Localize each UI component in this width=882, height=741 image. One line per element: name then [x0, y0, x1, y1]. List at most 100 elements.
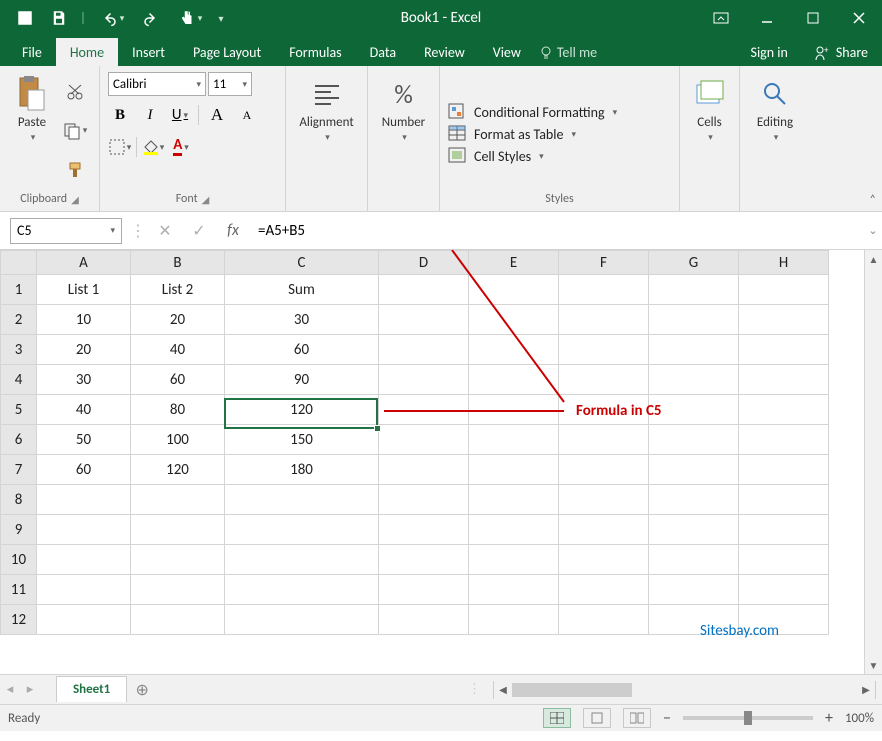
- cell-G6[interactable]: [649, 425, 739, 455]
- column-header-E[interactable]: E: [469, 251, 559, 275]
- cell-B7[interactable]: 120: [131, 455, 225, 485]
- bold-button[interactable]: B: [108, 102, 132, 128]
- cell-G7[interactable]: [649, 455, 739, 485]
- sheet-nav-prev[interactable]: ◂: [0, 682, 20, 697]
- vertical-scrollbar[interactable]: ▲ ▼: [864, 250, 882, 674]
- cell-A11[interactable]: [37, 575, 131, 605]
- cell-C11[interactable]: [225, 575, 379, 605]
- italic-button[interactable]: I: [138, 102, 162, 128]
- select-all-corner[interactable]: [1, 251, 37, 275]
- cell-D9[interactable]: [379, 515, 469, 545]
- sheet-tab-active[interactable]: Sheet1: [56, 676, 127, 702]
- column-header-G[interactable]: G: [649, 251, 739, 275]
- cell-C4[interactable]: 90: [225, 365, 379, 395]
- cell-G12[interactable]: [649, 605, 739, 635]
- collapse-ribbon-button[interactable]: ˄: [870, 193, 876, 207]
- cell-D10[interactable]: [379, 545, 469, 575]
- cell-B11[interactable]: [131, 575, 225, 605]
- horizontal-scrollbar[interactable]: ◀ ▶: [493, 681, 876, 699]
- tab-view[interactable]: View: [479, 38, 535, 66]
- name-box[interactable]: C5 ▾: [10, 218, 122, 244]
- cell-D6[interactable]: [379, 425, 469, 455]
- conditional-formatting-button[interactable]: Conditional Formatting▾: [448, 103, 617, 121]
- cell-G10[interactable]: [649, 545, 739, 575]
- cell-A12[interactable]: [37, 605, 131, 635]
- row-header-2[interactable]: 2: [1, 305, 37, 335]
- cell-B10[interactable]: [131, 545, 225, 575]
- cell-E9[interactable]: [469, 515, 559, 545]
- cell-B12[interactable]: [131, 605, 225, 635]
- cell-G11[interactable]: [649, 575, 739, 605]
- font-name-combo[interactable]: Calibri▾: [108, 72, 206, 96]
- cell-A9[interactable]: [37, 515, 131, 545]
- column-header-C[interactable]: C: [225, 251, 379, 275]
- cell-C2[interactable]: 30: [225, 305, 379, 335]
- tab-file[interactable]: File: [8, 38, 56, 66]
- cell-A8[interactable]: [37, 485, 131, 515]
- cell-F8[interactable]: [559, 485, 649, 515]
- minimize-button[interactable]: [744, 0, 790, 36]
- cell-E7[interactable]: [469, 455, 559, 485]
- cell-B1[interactable]: List 2: [131, 275, 225, 305]
- cell-styles-button[interactable]: Cell Styles▾: [448, 147, 617, 165]
- copy-button[interactable]: ▾: [62, 119, 88, 143]
- redo-button[interactable]: [134, 0, 168, 36]
- cell-H12[interactable]: [739, 605, 829, 635]
- cell-B9[interactable]: [131, 515, 225, 545]
- editing-button[interactable]: Editing ▾: [748, 72, 802, 190]
- fill-handle[interactable]: [374, 425, 381, 432]
- cell-A3[interactable]: 20: [37, 335, 131, 365]
- number-button[interactable]: % Number ▾: [376, 72, 431, 190]
- cell-G8[interactable]: [649, 485, 739, 515]
- excel-app-icon[interactable]: [8, 0, 42, 36]
- scroll-thumb[interactable]: [512, 683, 632, 697]
- cell-D4[interactable]: [379, 365, 469, 395]
- tab-splitter[interactable]: ⋮: [462, 682, 487, 697]
- font-dialog-launcher[interactable]: ◢: [202, 193, 210, 206]
- cell-D8[interactable]: [379, 485, 469, 515]
- tab-insert[interactable]: Insert: [118, 38, 179, 66]
- view-normal-button[interactable]: [543, 708, 571, 728]
- tab-home[interactable]: Home: [56, 38, 118, 66]
- format-painter-button[interactable]: [62, 158, 88, 182]
- cell-A2[interactable]: 10: [37, 305, 131, 335]
- cell-C3[interactable]: 60: [225, 335, 379, 365]
- cell-H3[interactable]: [739, 335, 829, 365]
- view-page-layout-button[interactable]: [583, 708, 611, 728]
- formula-input[interactable]: [250, 218, 864, 244]
- cell-E4[interactable]: [469, 365, 559, 395]
- column-header-B[interactable]: B: [131, 251, 225, 275]
- row-header-5[interactable]: 5: [1, 395, 37, 425]
- cell-H7[interactable]: [739, 455, 829, 485]
- scroll-up-button[interactable]: ▲: [865, 250, 882, 268]
- cell-D7[interactable]: [379, 455, 469, 485]
- cell-B2[interactable]: 20: [131, 305, 225, 335]
- cell-F10[interactable]: [559, 545, 649, 575]
- cell-C9[interactable]: [225, 515, 379, 545]
- cell-C1[interactable]: Sum: [225, 275, 379, 305]
- share-button[interactable]: + Share: [800, 38, 882, 66]
- column-header-H[interactable]: H: [739, 251, 829, 275]
- cell-G1[interactable]: [649, 275, 739, 305]
- cell-E5[interactable]: [469, 395, 559, 425]
- cell-F7[interactable]: [559, 455, 649, 485]
- row-header-4[interactable]: 4: [1, 365, 37, 395]
- cell-C10[interactable]: [225, 545, 379, 575]
- cell-C12[interactable]: [225, 605, 379, 635]
- cell-A6[interactable]: 50: [37, 425, 131, 455]
- cell-G2[interactable]: [649, 305, 739, 335]
- column-header-A[interactable]: A: [37, 251, 131, 275]
- maximize-button[interactable]: [790, 0, 836, 36]
- cell-E10[interactable]: [469, 545, 559, 575]
- cell-C6[interactable]: 150: [225, 425, 379, 455]
- cell-F1[interactable]: [559, 275, 649, 305]
- row-header-3[interactable]: 3: [1, 335, 37, 365]
- expand-formula-bar-button[interactable]: ⌄: [864, 224, 882, 237]
- cell-E11[interactable]: [469, 575, 559, 605]
- cell-E8[interactable]: [469, 485, 559, 515]
- alignment-button[interactable]: Alignment ▾: [294, 72, 359, 190]
- cell-A1[interactable]: List 1: [37, 275, 131, 305]
- format-as-table-button[interactable]: Format as Table▾: [448, 125, 617, 143]
- fill-color-button[interactable]: ▾: [141, 134, 165, 160]
- cell-G3[interactable]: [649, 335, 739, 365]
